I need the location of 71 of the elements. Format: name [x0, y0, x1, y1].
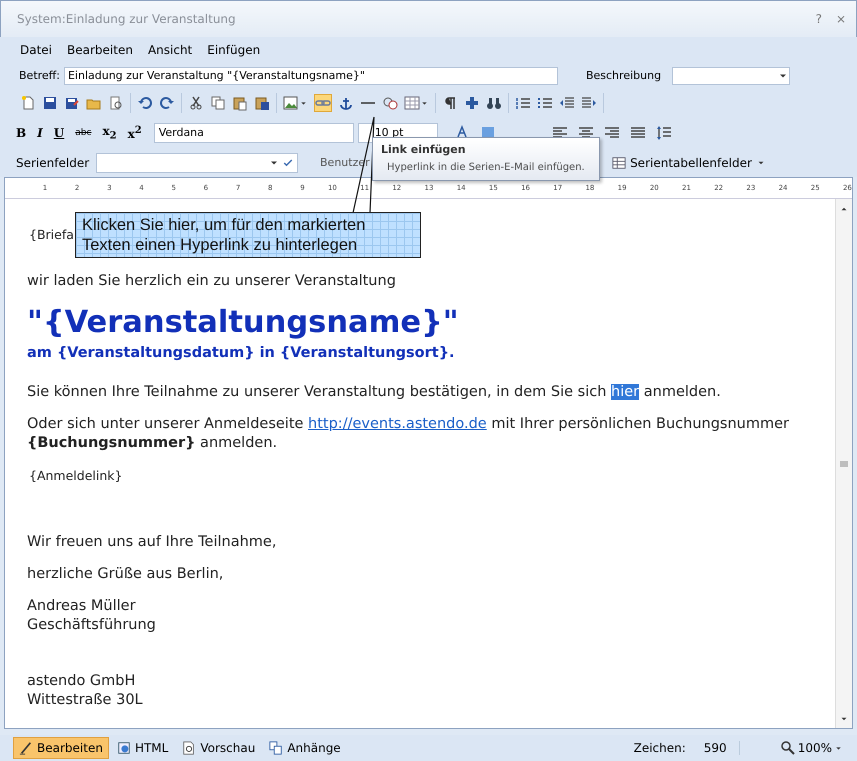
character-count-label: Zeichen:: [634, 741, 686, 755]
placeholder-text: {Anmeldelink}: [29, 467, 122, 485]
check-icon: [282, 156, 294, 168]
tooltip-title: Link einfügen: [381, 143, 467, 156]
bullet-list-icon[interactable]: [537, 95, 553, 111]
strikethrough-button[interactable]: abc: [75, 128, 92, 138]
zoom-button[interactable]: 100%: [780, 740, 843, 756]
tooltip-text: Hyperlink in die Serien-E-Mail einfügen.: [386, 162, 586, 173]
view-tab[interactable]: Anhänge: [263, 737, 347, 759]
table-fields-button[interactable]: Serientabellenfelder: [612, 156, 766, 170]
scroll-grip-icon[interactable]: [840, 460, 848, 468]
link[interactable]: http://events.astendo.de: [308, 416, 487, 432]
paragraph: Oder sich unter unserer Anmeldeseite http://events.astendo.de mit Ihrer persönlichen Buchungsnummer {Buchungsnummer} anmelden.: [27, 415, 790, 453]
character-count: 590: [704, 741, 727, 755]
bold-button[interactable]: B: [16, 126, 26, 140]
merge-fields-combo[interactable]: [96, 152, 298, 172]
paragraph: Sie können Ihre Teilnahme zu unserer Veranstaltung bestätigen, in dem Sie sich hier anmelden.: [27, 383, 722, 402]
paragraph: wir laden Sie herzlich ein zu unserer Veranstaltung: [27, 272, 397, 291]
window-title: System:Einladung zur Veranstaltung: [17, 12, 237, 26]
subject-label: Betreff:: [19, 69, 60, 82]
paragraph: herzliche Grüße aus Berlin,: [27, 565, 224, 584]
zoom-icon: [780, 740, 796, 756]
close-button[interactable]: ×: [836, 12, 846, 26]
scissors-icon[interactable]: [188, 95, 204, 111]
copy-icon[interactable]: [210, 95, 226, 111]
paste-word-icon[interactable]: [254, 95, 270, 111]
event-heading: "{Veranstaltungsname}": [27, 304, 460, 342]
undo-icon[interactable]: [137, 95, 153, 111]
help-button[interactable]: ?: [816, 12, 822, 26]
line-spacing-icon[interactable]: [656, 125, 672, 141]
placeholder-text: {Briefa: [29, 226, 74, 244]
event-date-line: am {Veranstaltungsdatum} in {Veranstaltungsort}.: [27, 344, 456, 363]
subject-field[interactable]: Einladung zur Veranstaltung "{Veranstaltungsname}": [64, 66, 558, 84]
redo-icon[interactable]: [159, 95, 175, 111]
image-icon[interactable]: [283, 95, 299, 111]
pencil-icon: [19, 741, 33, 755]
view-tab[interactable]: Vorschau: [176, 737, 262, 759]
table-icon[interactable]: [404, 95, 420, 111]
menu-item[interactable]: Bearbeiten: [67, 43, 133, 57]
signature-line: astendo GmbH: [27, 672, 136, 691]
italic-button[interactable]: I: [37, 126, 43, 140]
font-dropdown[interactable]: Verdana: [154, 123, 354, 143]
underline-button[interactable]: U: [54, 126, 64, 140]
menu-item[interactable]: Ansicht: [148, 43, 192, 57]
view-tab[interactable]: Bearbeiten: [13, 737, 109, 759]
callout-note: Klicken Sie hier, um für den markierten Texten einen Hyperlink zu hinterlegen: [75, 212, 421, 258]
new-document-icon[interactable]: [20, 95, 36, 111]
merge-fields-label: Serienfelder: [16, 156, 90, 170]
signature-line: Geschäftsführung: [27, 616, 157, 635]
save-icon[interactable]: [42, 95, 58, 111]
attachment-icon: [269, 741, 284, 755]
view-tab[interactable]: HTML: [110, 737, 174, 759]
superscript-button[interactable]: x$^{2}$: [128, 124, 142, 141]
signature-line: Wittestraße 30L: [27, 691, 144, 710]
description-label: Beschreibung: [586, 69, 662, 82]
numbered-list-icon[interactable]: [515, 95, 531, 111]
signature-line: Andreas Müller: [27, 597, 137, 616]
binoculars-icon[interactable]: [486, 95, 502, 111]
plus-icon[interactable]: [464, 95, 480, 111]
menu-item[interactable]: Datei: [20, 43, 52, 57]
anchor-icon[interactable]: [338, 95, 354, 111]
table-fields-icon: [612, 156, 626, 170]
subscript-button[interactable]: x$_{2}$: [102, 124, 117, 142]
magnifier-page-icon: [182, 741, 196, 755]
paragraph: Wir freuen uns auf Ihre Teilnahme,: [27, 533, 278, 552]
menu-item[interactable]: Einfügen: [207, 43, 260, 57]
scrollbar[interactable]: [835, 199, 852, 728]
save-as-icon[interactable]: [64, 95, 80, 111]
justify-icon[interactable]: [630, 125, 646, 141]
print-preview-icon[interactable]: [108, 95, 124, 111]
paste-icon[interactable]: [232, 95, 248, 111]
